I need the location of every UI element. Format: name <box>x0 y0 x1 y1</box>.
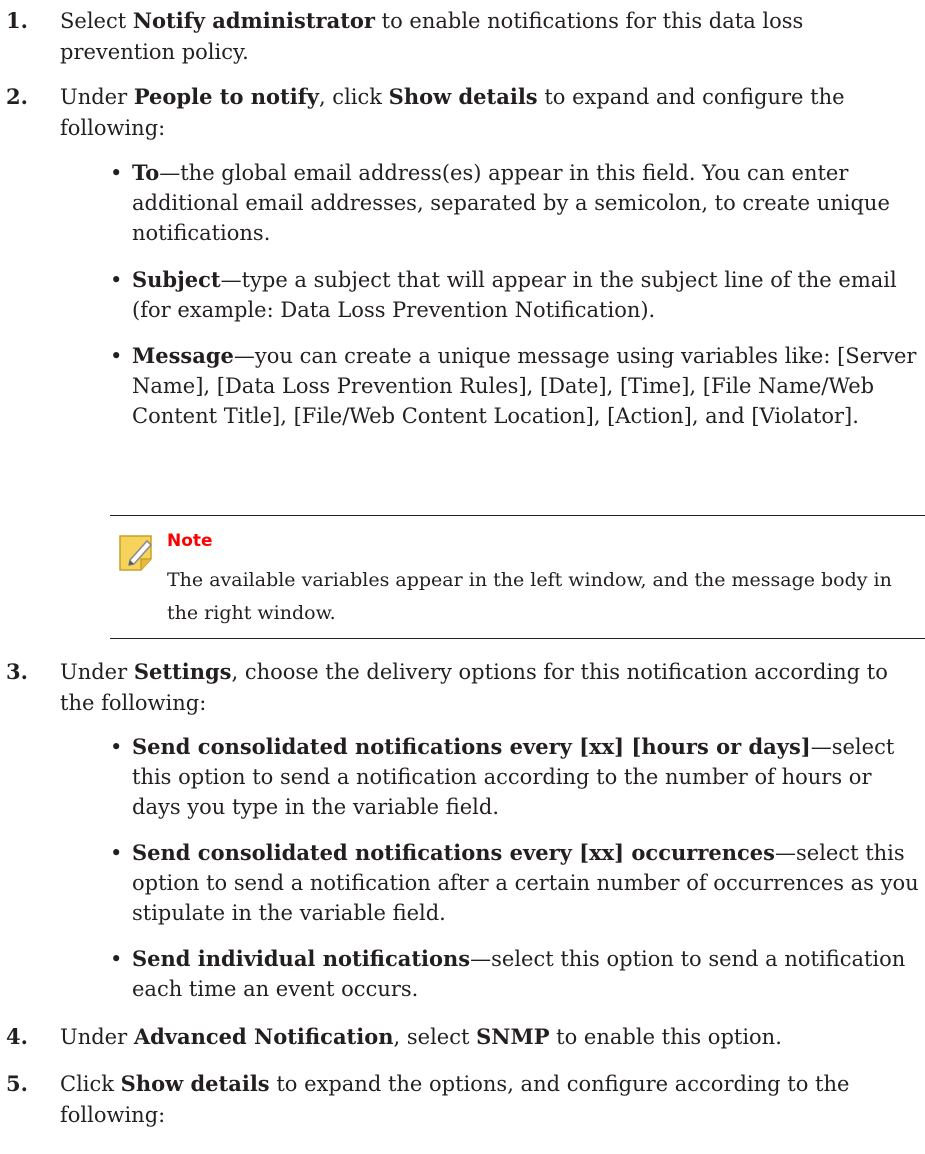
step-text: Under Advanced Notification, select SNMP… <box>60 1021 900 1053</box>
bullet-text: Send consolidated notifications every [x… <box>132 732 920 822</box>
bullet-term: Send individual notifications <box>132 946 471 971</box>
step-1: 1. Select Notify administrator to enable… <box>0 5 900 68</box>
step-number: 5. <box>6 1071 28 1096</box>
bullet-text: To—the global email address(es) appear i… <box>132 158 920 248</box>
step-text: Select Notify administrator to enable no… <box>60 5 900 68</box>
bullet-desc: —you can create a unique message using v… <box>132 344 917 428</box>
text-run: Select <box>60 9 133 33</box>
step-5: 5. Click Show details to expand the opti… <box>0 1068 900 1131</box>
step-number: 2. <box>6 84 28 109</box>
bullet-text: Subject—type a subject that will appear … <box>132 265 920 325</box>
step-number: 3. <box>6 659 28 684</box>
bullet-consolidated-hours: • Send consolidated notifications every … <box>110 732 920 822</box>
ui-term-settings: Settings <box>133 659 232 684</box>
note-title: Note <box>167 531 213 551</box>
note-text: The available variables appear in the le… <box>167 569 892 624</box>
bullet-term: Subject <box>132 267 221 292</box>
bullet-subject: • Subject—type a subject that will appea… <box>110 265 920 325</box>
step-text: Click Show details to expand the options… <box>60 1068 900 1131</box>
bullet-term: To <box>132 160 160 185</box>
bullet-term: Message <box>132 343 234 368</box>
bullet-term: Send consolidated notifications every [x… <box>132 734 811 759</box>
text-run: , select <box>393 1025 477 1049</box>
text-run: Under <box>60 1025 134 1049</box>
step-4: 4. Under Advanced Notification, select S… <box>0 1021 900 1053</box>
note-top-divider <box>110 515 925 516</box>
bullet-term: Send consolidated notifications every [x… <box>132 840 775 865</box>
text-run: Click <box>60 1072 121 1096</box>
bullet-dot: • <box>110 735 123 759</box>
document-page: 1. Select Notify administrator to enable… <box>0 0 925 1154</box>
step-text: Under Settings, choose the delivery opti… <box>60 656 900 719</box>
bullet-to: • To—the global email address(es) appear… <box>110 158 920 248</box>
note-pencil-icon <box>117 533 157 577</box>
bullet-text: Send individual notifications—select thi… <box>132 944 920 1004</box>
step-number: 4. <box>6 1024 28 1049</box>
bullet-desc: —the global email address(es) appear in … <box>132 161 890 245</box>
bullet-message: • Message—you can create a unique messag… <box>110 341 920 431</box>
text-run: to enable this option. <box>549 1025 782 1049</box>
bullet-consolidated-occurrences: • Send consolidated notifications every … <box>110 838 920 928</box>
step-number: 1. <box>6 8 28 33</box>
step-2: 2. Under People to notify, click Show de… <box>0 81 900 144</box>
bullet-dot: • <box>110 841 123 865</box>
bullet-dot: • <box>110 268 123 292</box>
ui-term-show-details: Show details <box>120 1071 270 1096</box>
step-text: Under People to notify, click Show detai… <box>60 81 900 144</box>
ui-term-show-details: Show details <box>388 84 538 109</box>
bullet-text: Message—you can create a unique message … <box>132 341 920 431</box>
text-run: , click <box>318 85 389 109</box>
ui-term-snmp: SNMP <box>476 1024 550 1049</box>
ui-term-advanced-notification: Advanced Notification <box>133 1024 394 1049</box>
bullet-text: Send consolidated notifications every [x… <box>132 838 920 928</box>
ui-term-notify-administrator: Notify administrator <box>132 8 375 33</box>
text-run: Under <box>60 85 134 109</box>
bullet-dot: • <box>110 161 123 185</box>
ui-term-people-to-notify: People to notify <box>133 84 319 109</box>
bullet-desc: —type a subject that will appear in the … <box>132 268 897 322</box>
step-3: 3. Under Settings, choose the delivery o… <box>0 656 900 719</box>
bullet-dot: • <box>110 344 123 368</box>
text-run: Under <box>60 660 134 684</box>
bullet-individual: • Send individual notifications—select t… <box>110 944 920 1004</box>
note-bottom-divider <box>110 638 925 639</box>
bullet-dot: • <box>110 947 123 971</box>
